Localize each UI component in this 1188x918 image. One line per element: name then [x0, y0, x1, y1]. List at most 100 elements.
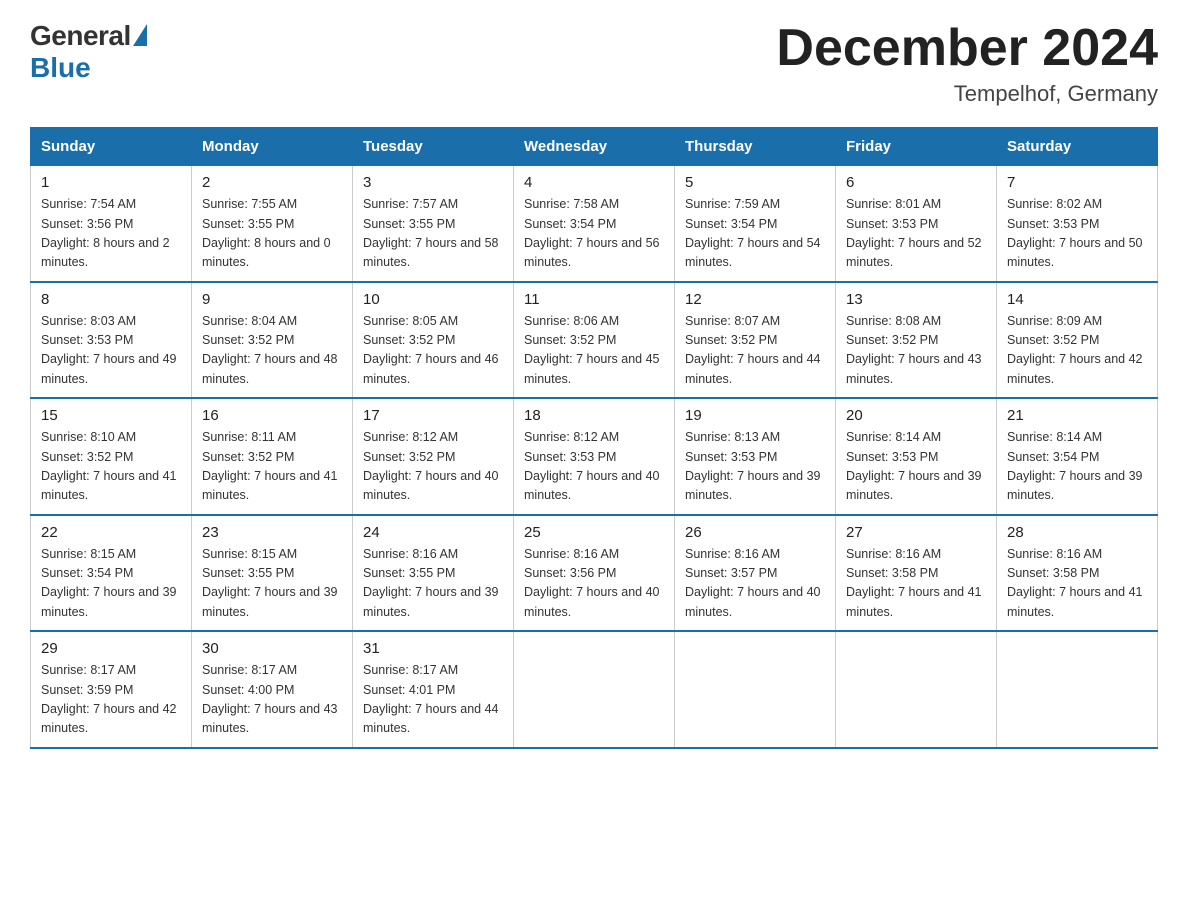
day-number: 17: [363, 407, 503, 424]
calendar-cell: 18 Sunrise: 8:12 AMSunset: 3:53 PMDaylig…: [514, 398, 675, 515]
day-number: 6: [846, 174, 986, 191]
calendar-cell: 7 Sunrise: 8:02 AMSunset: 3:53 PMDayligh…: [997, 166, 1158, 282]
calendar-cell: 24 Sunrise: 8:16 AMSunset: 3:55 PMDaylig…: [353, 515, 514, 632]
day-info: Sunrise: 8:06 AMSunset: 3:52 PMDaylight:…: [524, 314, 660, 386]
day-info: Sunrise: 8:16 AMSunset: 3:58 PMDaylight:…: [1007, 547, 1143, 619]
day-number: 9: [202, 291, 342, 308]
day-number: 2: [202, 174, 342, 191]
day-number: 15: [41, 407, 181, 424]
day-info: Sunrise: 8:16 AMSunset: 3:56 PMDaylight:…: [524, 547, 660, 619]
day-info: Sunrise: 8:09 AMSunset: 3:52 PMDaylight:…: [1007, 314, 1143, 386]
day-number: 22: [41, 524, 181, 541]
page-header: General Blue December 2024 Tempelhof, Ge…: [30, 20, 1158, 107]
day-number: 20: [846, 407, 986, 424]
day-number: 30: [202, 640, 342, 657]
day-info: Sunrise: 8:03 AMSunset: 3:53 PMDaylight:…: [41, 314, 177, 386]
calendar-cell: 29 Sunrise: 8:17 AMSunset: 3:59 PMDaylig…: [31, 631, 192, 748]
logo-general-text: General: [30, 20, 131, 52]
day-number: 14: [1007, 291, 1147, 308]
calendar-cell: 27 Sunrise: 8:16 AMSunset: 3:58 PMDaylig…: [836, 515, 997, 632]
day-info: Sunrise: 8:10 AMSunset: 3:52 PMDaylight:…: [41, 430, 177, 502]
day-info: Sunrise: 8:04 AMSunset: 3:52 PMDaylight:…: [202, 314, 338, 386]
calendar-week-row: 8 Sunrise: 8:03 AMSunset: 3:53 PMDayligh…: [31, 282, 1158, 399]
calendar-week-row: 22 Sunrise: 8:15 AMSunset: 3:54 PMDaylig…: [31, 515, 1158, 632]
day-number: 21: [1007, 407, 1147, 424]
calendar-cell: 17 Sunrise: 8:12 AMSunset: 3:52 PMDaylig…: [353, 398, 514, 515]
calendar-cell: 2 Sunrise: 7:55 AMSunset: 3:55 PMDayligh…: [192, 166, 353, 282]
day-info: Sunrise: 8:12 AMSunset: 3:53 PMDaylight:…: [524, 430, 660, 502]
calendar-cell: 14 Sunrise: 8:09 AMSunset: 3:52 PMDaylig…: [997, 282, 1158, 399]
weekday-header-monday: Monday: [192, 128, 353, 166]
day-info: Sunrise: 8:13 AMSunset: 3:53 PMDaylight:…: [685, 430, 821, 502]
day-info: Sunrise: 8:15 AMSunset: 3:55 PMDaylight:…: [202, 547, 338, 619]
day-number: 5: [685, 174, 825, 191]
calendar-cell: 13 Sunrise: 8:08 AMSunset: 3:52 PMDaylig…: [836, 282, 997, 399]
calendar-cell: 10 Sunrise: 8:05 AMSunset: 3:52 PMDaylig…: [353, 282, 514, 399]
day-info: Sunrise: 8:07 AMSunset: 3:52 PMDaylight:…: [685, 314, 821, 386]
month-title: December 2024: [776, 20, 1158, 77]
calendar-cell: 15 Sunrise: 8:10 AMSunset: 3:52 PMDaylig…: [31, 398, 192, 515]
calendar-cell: [675, 631, 836, 748]
day-info: Sunrise: 8:14 AMSunset: 3:54 PMDaylight:…: [1007, 430, 1143, 502]
day-number: 29: [41, 640, 181, 657]
day-number: 31: [363, 640, 503, 657]
day-info: Sunrise: 8:17 AMSunset: 3:59 PMDaylight:…: [41, 663, 177, 735]
day-number: 7: [1007, 174, 1147, 191]
weekday-header-wednesday: Wednesday: [514, 128, 675, 166]
calendar-cell: [836, 631, 997, 748]
weekday-header-friday: Friday: [836, 128, 997, 166]
day-info: Sunrise: 8:16 AMSunset: 3:57 PMDaylight:…: [685, 547, 821, 619]
calendar-cell: 21 Sunrise: 8:14 AMSunset: 3:54 PMDaylig…: [997, 398, 1158, 515]
logo-triangle-icon: [133, 24, 147, 46]
day-number: 12: [685, 291, 825, 308]
location-text: Tempelhof, Germany: [776, 81, 1158, 107]
calendar-cell: 11 Sunrise: 8:06 AMSunset: 3:52 PMDaylig…: [514, 282, 675, 399]
day-number: 27: [846, 524, 986, 541]
day-number: 10: [363, 291, 503, 308]
weekday-header-row: SundayMondayTuesdayWednesdayThursdayFrid…: [31, 128, 1158, 166]
calendar-cell: 19 Sunrise: 8:13 AMSunset: 3:53 PMDaylig…: [675, 398, 836, 515]
day-info: Sunrise: 8:01 AMSunset: 3:53 PMDaylight:…: [846, 197, 982, 269]
day-info: Sunrise: 7:57 AMSunset: 3:55 PMDaylight:…: [363, 197, 499, 269]
calendar-cell: 31 Sunrise: 8:17 AMSunset: 4:01 PMDaylig…: [353, 631, 514, 748]
day-number: 25: [524, 524, 664, 541]
day-info: Sunrise: 7:55 AMSunset: 3:55 PMDaylight:…: [202, 197, 331, 269]
day-info: Sunrise: 8:15 AMSunset: 3:54 PMDaylight:…: [41, 547, 177, 619]
day-info: Sunrise: 8:02 AMSunset: 3:53 PMDaylight:…: [1007, 197, 1143, 269]
calendar-cell: 28 Sunrise: 8:16 AMSunset: 3:58 PMDaylig…: [997, 515, 1158, 632]
calendar-cell: 4 Sunrise: 7:58 AMSunset: 3:54 PMDayligh…: [514, 166, 675, 282]
day-number: 13: [846, 291, 986, 308]
day-number: 18: [524, 407, 664, 424]
weekday-header-tuesday: Tuesday: [353, 128, 514, 166]
weekday-header-thursday: Thursday: [675, 128, 836, 166]
day-number: 1: [41, 174, 181, 191]
calendar-cell: 9 Sunrise: 8:04 AMSunset: 3:52 PMDayligh…: [192, 282, 353, 399]
calendar-cell: 26 Sunrise: 8:16 AMSunset: 3:57 PMDaylig…: [675, 515, 836, 632]
calendar-cell: 20 Sunrise: 8:14 AMSunset: 3:53 PMDaylig…: [836, 398, 997, 515]
day-info: Sunrise: 8:05 AMSunset: 3:52 PMDaylight:…: [363, 314, 499, 386]
logo-blue-text: Blue: [30, 52, 91, 84]
day-number: 8: [41, 291, 181, 308]
calendar-cell: 6 Sunrise: 8:01 AMSunset: 3:53 PMDayligh…: [836, 166, 997, 282]
day-info: Sunrise: 8:11 AMSunset: 3:52 PMDaylight:…: [202, 430, 338, 502]
calendar-cell: 22 Sunrise: 8:15 AMSunset: 3:54 PMDaylig…: [31, 515, 192, 632]
day-info: Sunrise: 7:59 AMSunset: 3:54 PMDaylight:…: [685, 197, 821, 269]
day-info: Sunrise: 8:08 AMSunset: 3:52 PMDaylight:…: [846, 314, 982, 386]
calendar-cell: 30 Sunrise: 8:17 AMSunset: 4:00 PMDaylig…: [192, 631, 353, 748]
day-number: 16: [202, 407, 342, 424]
day-info: Sunrise: 8:12 AMSunset: 3:52 PMDaylight:…: [363, 430, 499, 502]
calendar-cell: 3 Sunrise: 7:57 AMSunset: 3:55 PMDayligh…: [353, 166, 514, 282]
day-info: Sunrise: 8:16 AMSunset: 3:55 PMDaylight:…: [363, 547, 499, 619]
calendar-cell: 8 Sunrise: 8:03 AMSunset: 3:53 PMDayligh…: [31, 282, 192, 399]
weekday-header-sunday: Sunday: [31, 128, 192, 166]
calendar-cell: 1 Sunrise: 7:54 AMSunset: 3:56 PMDayligh…: [31, 166, 192, 282]
day-number: 28: [1007, 524, 1147, 541]
calendar-cell: 5 Sunrise: 7:59 AMSunset: 3:54 PMDayligh…: [675, 166, 836, 282]
day-info: Sunrise: 8:17 AMSunset: 4:00 PMDaylight:…: [202, 663, 338, 735]
calendar-cell: 23 Sunrise: 8:15 AMSunset: 3:55 PMDaylig…: [192, 515, 353, 632]
day-number: 19: [685, 407, 825, 424]
calendar-cell: 25 Sunrise: 8:16 AMSunset: 3:56 PMDaylig…: [514, 515, 675, 632]
day-number: 11: [524, 291, 664, 308]
title-block: December 2024 Tempelhof, Germany: [776, 20, 1158, 107]
weekday-header-saturday: Saturday: [997, 128, 1158, 166]
